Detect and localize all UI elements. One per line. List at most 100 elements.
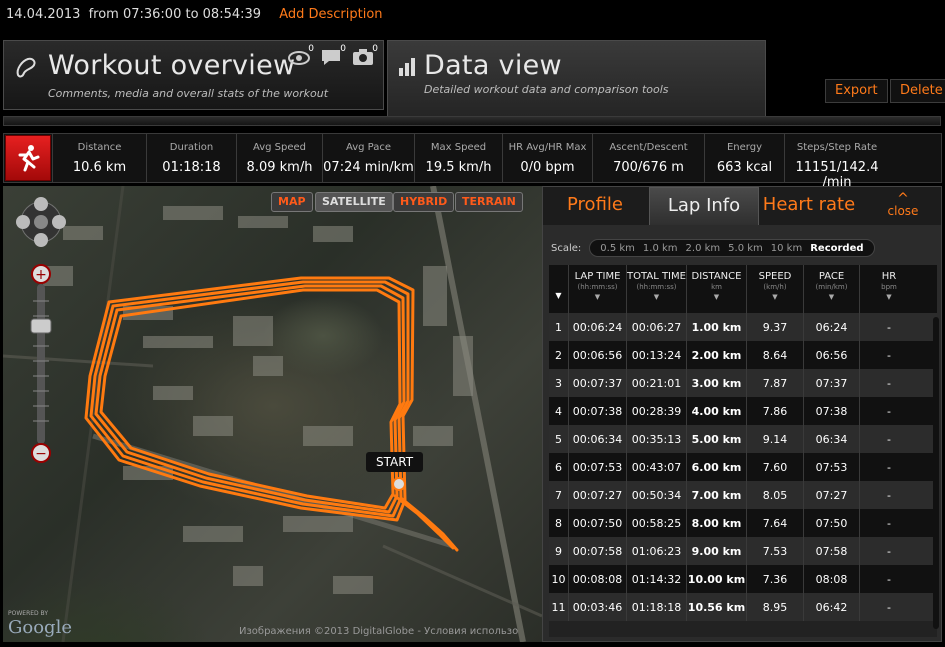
column-title: LAP TIME [574,271,621,282]
tab-data-view-subtitle: Detailed workout data and comparison too… [424,83,669,96]
map-pan-control[interactable] [16,197,66,247]
cell-speed: 8.95 [747,593,804,621]
map-type-map-button[interactable]: MAP [271,192,313,212]
cell-heart-rate: - [887,572,891,586]
map-type-hybrid-button[interactable]: HYBRID [393,192,455,212]
stat-value: 8.09 km/h [246,160,313,175]
stat-heart-rate: HR Avg/HR Max 0/0 bpm [502,134,592,182]
cell-distance: 4.00 km [687,397,747,425]
cell-total-time: 01:18:18 [627,593,687,621]
scale-option-selected[interactable]: Recorded [806,243,867,254]
tab-lap-info[interactable]: Lap Info [649,187,759,225]
column-header-speed[interactable]: SPEED (km/h) ▼ [747,265,804,313]
stat-label: HR Avg/HR Max [508,142,587,153]
column-header-total-time[interactable]: TOTAL TIME (hh:mm:ss) ▼ [627,265,687,313]
table-row[interactable]: 8 00:07:50 00:58:25 8.00 km 7.64 07:50 - [549,509,937,537]
cell-heart-rate: - [887,404,891,418]
column-header-hr[interactable]: HR bpm ▼ [860,265,918,313]
sort-arrow-icon: ▼ [886,293,892,301]
cell-distance: 6.00 km [687,453,747,481]
map-type-satellite-button[interactable]: SATELLITE [315,192,393,212]
table-scrollbar[interactable] [933,317,939,629]
sort-column[interactable]: ▼ [549,265,569,313]
table-row[interactable]: 2 00:06:56 00:13:24 2.00 km 8.64 06:56 - [549,341,937,369]
cell-distance: 1.00 km [687,313,747,341]
cell-pace: 06:42 [804,593,860,621]
tab-profile[interactable]: Profile [543,187,647,225]
google-logo[interactable]: POWERED BY Google [8,610,72,638]
workout-date: 14.04.2013 [6,7,81,22]
cell-distance: 10.56 km [687,593,747,621]
column-header-distance[interactable]: DISTANCE km ▼ [687,265,747,313]
table-row[interactable]: 9 00:07:58 01:06:23 9.00 km 7.53 07:58 - [549,537,937,565]
scale-option[interactable]: 5.0 km [724,243,767,254]
scale-option[interactable]: 0.5 km [596,243,639,254]
cell-lap-number: 5 [549,425,569,453]
map-zoom-control[interactable]: + − [30,264,52,463]
route-map[interactable]: + − MAP SATELLITE HYBRID TERRAIN START P… [3,186,542,642]
column-unit: bpm [881,283,897,291]
delete-button[interactable]: Delete [890,79,945,103]
tab-heart-rate[interactable]: Heart rate [759,187,859,225]
cell-total-time: 00:28:39 [627,397,687,425]
map-type-terrain-button[interactable]: TERRAIN [455,192,523,212]
cell-pace: 06:34 [804,425,860,453]
cell-distance: 2.00 km [687,341,747,369]
cell-total-time: 00:50:34 [627,481,687,509]
add-description-link[interactable]: Add Description [279,7,382,22]
cell-pace: 08:08 [804,565,860,593]
column-header-pace[interactable]: PACE (min/km) ▼ [804,265,860,313]
table-row[interactable]: 5 00:06:34 00:35:13 5.00 km 9.14 06:34 - [549,425,937,453]
sort-down-icon: ▼ [555,291,562,300]
cell-lap-number: 9 [549,537,569,565]
table-row[interactable]: 11 00:03:46 01:18:18 10.56 km 8.95 06:42 - [549,593,937,621]
cell-lap-number: 6 [549,453,569,481]
cell-heart-rate: - [887,432,891,446]
table-row[interactable]: 6 00:07:53 00:43:07 6.00 km 7.60 07:53 - [549,453,937,481]
cell-total-time: 00:13:24 [627,341,687,369]
tab-content-divider [3,116,941,126]
cell-speed: 7.53 [747,537,804,565]
cell-lap-time: 00:07:27 [569,481,627,509]
tab-data-view[interactable]: Data view Detailed workout data and comp… [387,40,766,116]
column-title: PACE [818,271,845,282]
table-header: ▼ LAP TIME (hh:mm:ss) ▼ TOTAL TIME (hh:m… [549,265,937,313]
start-marker[interactable] [392,477,406,491]
scale-option[interactable]: 10 km [767,243,806,254]
table-row[interactable]: 1 00:06:24 00:06:27 1.00 km 9.37 06:24 - [549,313,937,341]
stat-label: Max Speed [430,142,487,153]
close-label: close [887,204,919,218]
table-row[interactable]: 3 00:07:37 00:21:01 3.00 km 7.87 07:37 - [549,369,937,397]
stat-value: 07:24 min/km [323,160,414,175]
running-sport-badge [5,135,51,181]
stat-distance: Distance 10.6 km [52,134,146,182]
stat-steps: Steps/Step Rate 11151/142.4 /min [784,134,889,190]
stat-value: 663 kcal [716,160,773,175]
views-count: 0 [308,44,314,54]
cell-lap-time: 00:08:08 [569,565,627,593]
cell-lap-number: 4 [549,397,569,425]
comment-icon[interactable]: 0 [319,44,346,67]
stat-duration: Duration 01:18:18 [146,134,236,182]
table-row[interactable]: 10 00:08:08 01:14:32 10.00 km 7.36 08:08 - [549,565,937,593]
table-row[interactable]: 7 00:07:27 00:50:34 7.00 km 8.05 07:27 - [549,481,937,509]
column-title: DISTANCE [691,271,742,282]
scale-option[interactable]: 2.0 km [682,243,725,254]
tab-workout-overview[interactable]: Workout overview Comments, media and ove… [3,40,384,110]
cell-speed: 7.64 [747,509,804,537]
camera-icon[interactable]: 0 [351,44,378,67]
eye-icon[interactable]: 0 [287,44,314,67]
map-copyright[interactable]: Изображения ©2013 DigitalGlobe - Условия… [239,626,518,637]
stat-value: 19.5 km/h [425,160,492,175]
cell-pace: 06:56 [804,341,860,369]
export-button[interactable]: Export [825,79,888,103]
bar-chart-icon [399,58,415,76]
cell-distance: 8.00 km [687,509,747,537]
scale-option[interactable]: 1.0 km [639,243,682,254]
cell-distance: 3.00 km [687,369,747,397]
table-row[interactable]: 4 00:07:38 00:28:39 4.00 km 7.86 07:38 - [549,397,937,425]
cell-pace: 07:37 [804,369,860,397]
close-panel-button[interactable]: ^ close [865,187,941,225]
column-header-lap-time[interactable]: LAP TIME (hh:mm:ss) ▼ [569,265,627,313]
column-unit: (km/h) [763,283,787,291]
